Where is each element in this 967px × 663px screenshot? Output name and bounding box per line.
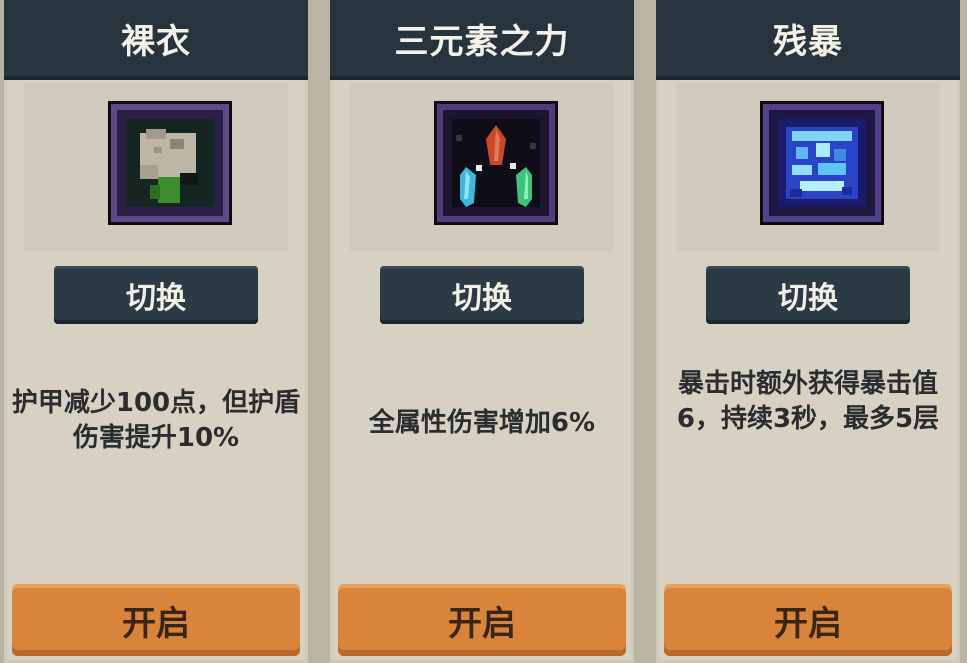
card-description: 护甲减少100点，但护盾伤害提升10%: [11, 388, 301, 453]
icon-panel: [24, 83, 288, 251]
card-title: 残暴: [656, 0, 960, 80]
switch-button[interactable]: 切换: [380, 266, 584, 324]
card-title: 裸衣: [4, 0, 308, 80]
card-description: 全属性伤害增加6%: [368, 408, 596, 438]
switch-button[interactable]: 切换: [706, 266, 910, 324]
card-description: 暴击时额外获得暴击值6，持续3秒，最多5层: [676, 369, 940, 434]
card-bare-clothes: 裸衣 切换 护甲减少100点，但护盾伤害提升10% 开启: [4, 0, 308, 663]
card-brutality: 残暴 切换 暴击时额外获得暴击值6，持续3秒，最多5层 开启: [656, 0, 960, 663]
three-elements-icon: [436, 103, 556, 223]
icon-panel: [350, 83, 614, 251]
brutality-icon: [762, 103, 882, 223]
open-button[interactable]: 开启: [338, 584, 626, 656]
open-button[interactable]: 开启: [12, 584, 300, 656]
open-button[interactable]: 开启: [664, 584, 952, 656]
card-title: 三元素之力: [330, 0, 634, 80]
bare-clothes-icon: [110, 103, 230, 223]
card-three-elements: 三元素之力 切换 全属性伤害增加6% 开启: [330, 0, 634, 663]
switch-button[interactable]: 切换: [54, 266, 258, 324]
icon-panel: [676, 83, 940, 251]
